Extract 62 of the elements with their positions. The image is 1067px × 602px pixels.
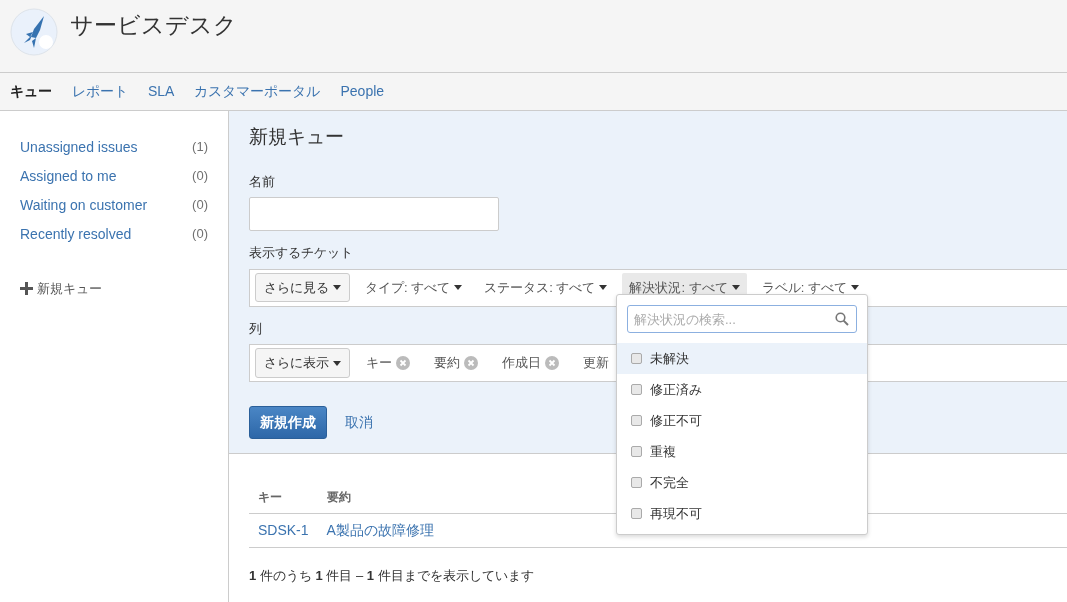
caret-icon (333, 285, 341, 290)
issue-link[interactable]: A製品の故障修理 (326, 522, 434, 538)
filter-dropdown[interactable]: タイプ: すべて (358, 272, 470, 303)
cancel-link[interactable]: 取消 (345, 412, 373, 433)
form-title: 新規キュー (249, 125, 345, 149)
option-label: 未解決 (650, 349, 689, 368)
show-more-dropdown-button[interactable]: さらに表示 (255, 348, 350, 378)
nav-tab[interactable]: キュー (10, 73, 62, 110)
checkbox[interactable] (631, 508, 642, 519)
caret-icon (599, 285, 608, 290)
tickets-label: 表示するチケット (249, 244, 353, 262)
resolution-option[interactable]: 未解決 (617, 343, 867, 374)
checkbox[interactable] (631, 353, 642, 364)
more-dropdown-button[interactable]: さらに見る (255, 272, 350, 303)
queue-count: (0) (192, 196, 208, 214)
search-icon (835, 312, 849, 326)
checkbox[interactable] (631, 415, 642, 426)
caret-icon (850, 285, 859, 290)
pagination-summary: 1 件のうち 1 件目 – 1 件目までを表示しています (249, 567, 535, 585)
search-field[interactable]: 解決状況の検索... (627, 305, 857, 333)
plus-icon (20, 282, 33, 296)
queue-link[interactable]: Unassigned issues (20, 137, 138, 158)
queue-count: (0) (192, 167, 208, 185)
columns-label: 列 (249, 319, 262, 338)
caret-icon (454, 285, 463, 290)
column-chip-label: 更新 (583, 354, 609, 373)
nav-tab[interactable]: SLA (138, 73, 185, 110)
caret-icon (731, 285, 740, 290)
column-chip-label: キー (366, 354, 392, 373)
filter-dropdown[interactable]: ラベル: すべて (754, 272, 866, 303)
nav-tab[interactable]: カスタマーポータル (184, 73, 331, 110)
resolution-option[interactable]: 修正不可 (617, 405, 867, 436)
resolution-option[interactable]: 修正済み (617, 374, 867, 405)
name-input-field[interactable] (249, 197, 499, 231)
column-header: キー (249, 484, 318, 514)
app-title: サービスデスク (70, 11, 237, 40)
nav-tab[interactable]: People (330, 73, 395, 110)
new-queue-link[interactable]: 新規キュー (37, 279, 102, 299)
remove-icon[interactable] (464, 356, 478, 370)
name-label: 名前 (249, 172, 275, 191)
queue-link[interactable]: Waiting on customer (20, 195, 148, 216)
option-label: 修正不可 (650, 411, 702, 430)
queue-link[interactable]: Assigned to me (20, 166, 117, 187)
resolution-option[interactable]: 重複 (617, 436, 867, 467)
queue-link[interactable]: Recently resolved (20, 224, 132, 245)
checkbox[interactable] (631, 384, 642, 395)
remove-icon[interactable] (396, 356, 410, 370)
rocket-logo-icon (10, 8, 58, 56)
checkbox[interactable] (631, 477, 642, 488)
remove-icon[interactable] (545, 356, 559, 370)
nav-tab[interactable]: レポート (62, 73, 138, 110)
checkbox[interactable] (631, 446, 642, 457)
queue-count: (0) (192, 225, 208, 243)
queue-count: (1) (192, 138, 208, 156)
column-chip-label: 要約 (434, 354, 460, 373)
column-chip-label: 作成日 (502, 354, 541, 373)
caret-icon (333, 360, 341, 366)
option-label: 重複 (650, 442, 676, 461)
create-button[interactable]: 新規作成 (249, 406, 327, 439)
option-label: 修正済み (650, 380, 702, 399)
filter-dropdown[interactable]: ステータス: すべて (477, 272, 615, 303)
issue-link[interactable]: SDSK-1 (258, 522, 309, 538)
